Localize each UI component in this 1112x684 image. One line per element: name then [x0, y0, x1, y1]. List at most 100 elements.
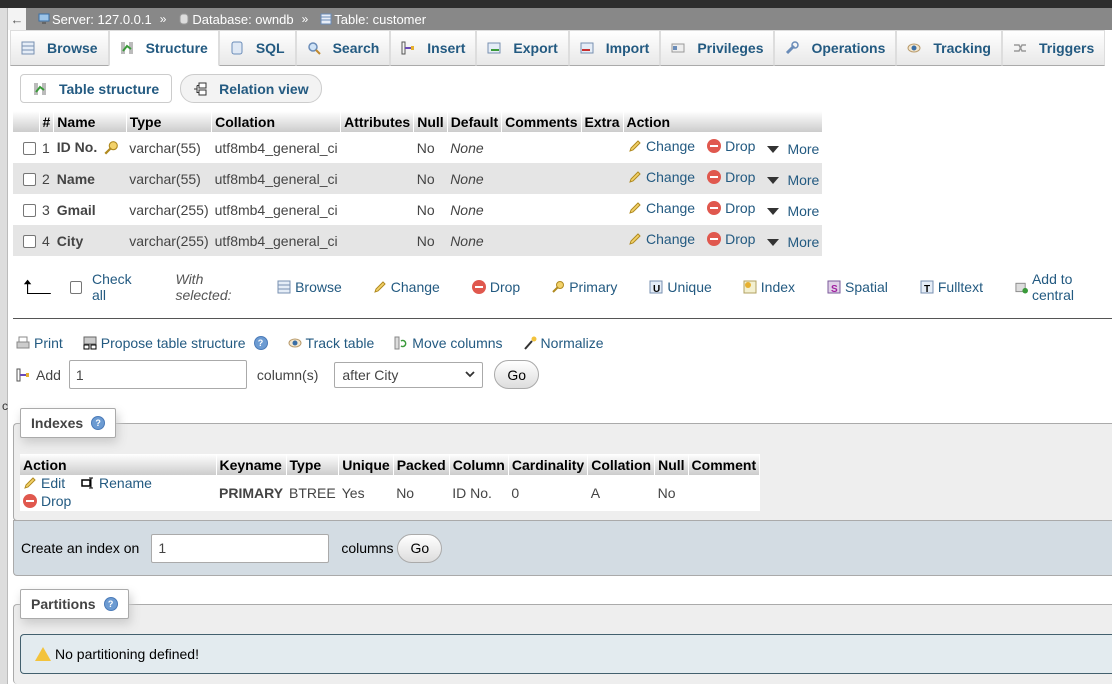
propose-structure-link[interactable]: Propose table structure? [83, 335, 268, 351]
index-actions: Edit Rename Drop [20, 475, 216, 511]
column-collation: utf8mb4_general_ci [211, 194, 341, 225]
add-columns-row: Add 1 column(s) after City Go [16, 360, 540, 389]
row-select-cell [13, 225, 39, 256]
header-default[interactable]: Default [447, 111, 503, 132]
table-row: 4 City varchar(255) utf8mb4_general_ci No Non… [13, 225, 823, 256]
index-rename-button[interactable]: Rename [81, 475, 152, 491]
row-checkbox[interactable] [23, 235, 36, 249]
breadcrumb: ← Server: 127.0.0.1 » Database: owndb » … [8, 8, 1112, 30]
tab-browse[interactable]: Browse [10, 30, 109, 66]
header-attributes[interactable]: Attributes [340, 111, 415, 132]
collapse-nav-button[interactable]: ← [8, 8, 26, 30]
index-collation: A [587, 475, 655, 511]
bulk-index-button[interactable]: Index [743, 279, 795, 295]
idx-header-null: Null [654, 454, 689, 475]
header-extra[interactable]: Extra [581, 111, 624, 132]
header-null[interactable]: Null [413, 111, 448, 132]
column-name[interactable]: Gmail [57, 202, 96, 218]
header-type[interactable]: Type [126, 111, 213, 132]
bulk-add-to-central-button[interactable]: Add to central [1015, 271, 1112, 303]
drop-column-button[interactable]: Drop [707, 231, 755, 247]
dropdown-triangle-icon [767, 176, 780, 184]
header-collation[interactable]: Collation [211, 111, 342, 132]
drop-column-button[interactable]: Drop [707, 169, 755, 185]
header-comments[interactable]: Comments [501, 111, 582, 132]
bulk-fulltext-button[interactable]: T Fulltext [920, 279, 983, 295]
more-actions-button[interactable]: More [767, 203, 819, 219]
bulk-spatial-button[interactable]: S Spatial [827, 279, 888, 295]
add-column-go-button[interactable]: Go [494, 360, 540, 389]
create-index-go-button[interactable]: Go [397, 533, 443, 563]
index-edit-button[interactable]: Edit [23, 475, 65, 491]
help-icon[interactable]: ? [91, 416, 106, 430]
bulk-drop-button[interactable]: Drop [471, 279, 520, 295]
header-num[interactable]: # [39, 111, 55, 132]
column-num: 3 [39, 194, 54, 225]
tab-sql[interactable]: SQL [218, 30, 296, 66]
column-extra [581, 225, 624, 256]
change-column-button[interactable]: Change [628, 231, 695, 247]
drop-column-button[interactable]: Drop [707, 200, 755, 216]
tab-privileges[interactable]: Privileges [660, 30, 775, 66]
index-drop-button[interactable]: Drop [23, 493, 71, 509]
check-all-label[interactable]: Check all [92, 271, 146, 303]
tab-triggers[interactable]: Triggers [1001, 30, 1106, 66]
add-column-position-select[interactable]: after City [334, 361, 484, 388]
rename-icon [81, 477, 94, 489]
column-comments [501, 194, 581, 225]
tab-tracking[interactable]: Tracking [896, 30, 1002, 66]
column-name-cell: Name [53, 163, 127, 194]
subtab-table-structure[interactable]: Table structure [20, 74, 173, 103]
track-table-link[interactable]: Track table [288, 335, 374, 351]
index-cardinality: 0 [508, 475, 588, 511]
more-actions-button[interactable]: More [767, 234, 819, 250]
create-index-count-input[interactable]: 1 [151, 533, 330, 563]
column-num: 2 [39, 163, 54, 194]
column-name[interactable]: Name [57, 171, 95, 187]
print-link[interactable]: Print [16, 335, 63, 351]
column-name[interactable]: ID No. [57, 139, 97, 155]
bulk-primary-button[interactable]: Primary [551, 279, 617, 295]
tab-import[interactable]: Import [568, 30, 661, 66]
breadcrumb-database[interactable]: Database: owndb [178, 12, 294, 27]
change-column-button[interactable]: Change [628, 138, 695, 154]
bulk-change-button[interactable]: Change [373, 279, 440, 295]
column-name[interactable]: City [57, 233, 83, 249]
row-checkbox[interactable] [23, 204, 36, 218]
more-actions-button[interactable]: More [767, 141, 819, 157]
eye-icon [907, 43, 921, 53]
idx-header-column: Column [449, 454, 509, 475]
tab-search[interactable]: Search [295, 30, 391, 66]
add-to-central-icon [1015, 282, 1028, 294]
tab-operations[interactable]: Operations [774, 30, 897, 66]
help-icon[interactable]: ? [253, 336, 268, 350]
bulk-browse-button[interactable]: Browse [277, 279, 342, 295]
change-column-button[interactable]: Change [628, 200, 695, 216]
row-checkbox[interactable] [23, 142, 36, 156]
row-checkbox[interactable] [23, 173, 36, 187]
row-select-cell [13, 194, 39, 225]
browse-icon [277, 280, 291, 294]
pencil-icon [629, 140, 641, 152]
breadcrumb-server[interactable]: Server: 127.0.0.1 [38, 12, 152, 27]
header-name[interactable]: Name [53, 111, 127, 132]
check-all-checkbox[interactable] [69, 280, 82, 294]
move-columns-link[interactable]: Move columns [394, 335, 503, 351]
help-icon[interactable]: ? [103, 597, 118, 611]
export-icon [487, 42, 501, 54]
add-column-count-input[interactable]: 1 [68, 360, 247, 389]
tab-structure[interactable]: Structure [108, 30, 219, 66]
drop-column-button[interactable]: Drop [707, 138, 755, 154]
tab-export[interactable]: Export [476, 30, 569, 66]
idx-header-comment: Comment [688, 454, 761, 475]
normalize-link[interactable]: Normalize [523, 335, 604, 351]
navigation-panel-edge[interactable] [0, 8, 8, 684]
column-actions: Change Drop More [623, 132, 823, 163]
breadcrumb-table[interactable]: Table: customer [320, 12, 426, 27]
svg-text:S: S [831, 284, 838, 294]
more-actions-button[interactable]: More [767, 172, 819, 188]
tab-insert[interactable]: Insert [390, 30, 477, 66]
bulk-unique-button[interactable]: U Unique [649, 279, 712, 295]
change-column-button[interactable]: Change [628, 169, 695, 185]
subtab-relation-view[interactable]: Relation view [180, 74, 322, 103]
